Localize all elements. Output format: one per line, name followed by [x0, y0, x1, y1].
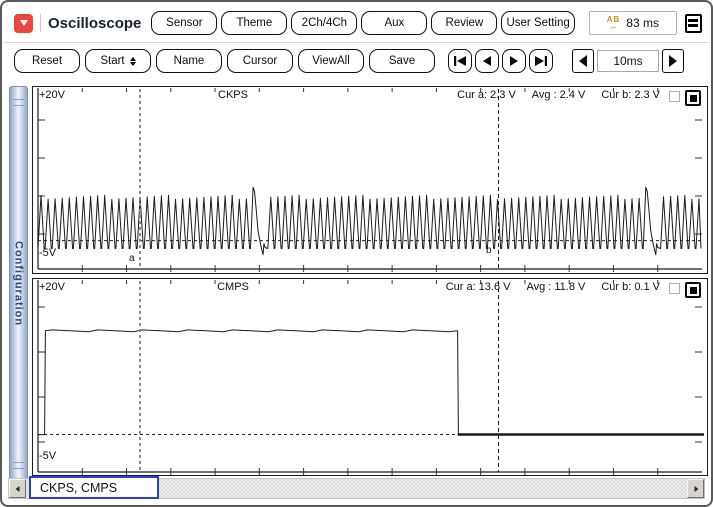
main-toolbar: Reset Start Name Cursor ViewAll Save 10m… — [14, 48, 702, 74]
horizontal-scrollbar[interactable]: CKPS, CMPS — [8, 476, 705, 499]
sensor-button[interactable]: Sensor — [151, 11, 218, 35]
filled-square-icon — [689, 94, 697, 102]
avg-label: Avg : — [531, 89, 557, 101]
nav-prev-button[interactable] — [475, 49, 499, 73]
top-toolbar: Oscilloscope Sensor Theme 2Ch/4Ch Aux Re… — [14, 10, 702, 36]
ab-cursor-measure-icon: AB ↔ — [606, 15, 621, 31]
timebase-group: 10ms — [572, 49, 684, 73]
cur-a-label: Cur a: — [457, 89, 488, 101]
signal-name: CMPS — [217, 281, 249, 293]
name-button[interactable]: Name — [156, 49, 222, 73]
timebase-decrease-button[interactable] — [572, 49, 594, 73]
toolbar-separator — [4, 42, 709, 43]
avg-value: 11.8 V — [554, 281, 586, 293]
left-triangle-icon — [579, 55, 587, 67]
nav-next-button[interactable] — [502, 49, 526, 73]
nav-first-button[interactable] — [448, 49, 472, 73]
record-nav-group — [448, 49, 553, 73]
toolbar-divider — [40, 14, 41, 32]
cur-b-value: 0.1 V — [634, 281, 660, 293]
oscilloscope-window: Oscilloscope Sensor Theme 2Ch/4Ch Aux Re… — [0, 0, 713, 507]
cur-b-label: Cur b: — [601, 281, 632, 293]
cursor-b-line[interactable] — [498, 281, 499, 472]
avg-label: Avg : — [526, 281, 552, 293]
y-max-label: +20V — [39, 89, 65, 101]
left-triangle-icon — [15, 485, 19, 492]
list-icon — [688, 19, 699, 22]
theme-button[interactable]: Theme — [221, 11, 288, 35]
down-arrow-icon — [19, 20, 28, 26]
cursor-b-label: b — [486, 245, 492, 256]
channels-label: CKPS, CMPS — [29, 476, 159, 499]
cur-a-value: 2.3 V — [490, 89, 516, 101]
cur-b-value: 2.3 V — [634, 89, 660, 101]
cmps-waveform-plot — [37, 280, 704, 475]
measurement-readout: Cur a: 13.6 V Avg :11.8 V Cur b: 0.1 V — [446, 281, 663, 293]
configuration-label: Configuration — [12, 241, 25, 327]
cursor-a-label: a — [129, 253, 135, 264]
timebase-increase-button[interactable] — [662, 49, 684, 73]
menu-button[interactable] — [684, 13, 702, 33]
cursor-b-line[interactable] — [498, 89, 499, 269]
scroll-right-button[interactable] — [687, 479, 704, 498]
time-measure-display: AB ↔ 83 ms — [588, 11, 677, 35]
measurement-readout: Cur a: 2.3 V Avg :2.4 V Cur b: 2.3 V — [457, 89, 663, 101]
configuration-sidebar[interactable]: Configuration — [9, 86, 28, 482]
right-triangle-icon — [694, 485, 698, 492]
nav-last-button[interactable] — [529, 49, 553, 73]
skip-end-icon — [535, 56, 547, 66]
channel-mode-button[interactable]: 2Ch/4Ch — [291, 11, 358, 35]
ckps-chart-panel: +20V CKPS Cur a: 2.3 V Avg :2.4 V Cur b: 2… — [32, 86, 708, 274]
review-button[interactable]: Review — [431, 11, 498, 35]
viewall-button[interactable]: ViewAll — [298, 49, 364, 73]
cur-a-value: 13.6 V — [478, 281, 511, 293]
avg-value: 2.4 V — [559, 89, 586, 101]
start-button[interactable]: Start — [85, 49, 151, 73]
y-min-label: -5V — [39, 247, 57, 259]
y-max-label: +20V — [39, 281, 65, 293]
left-triangle-icon — [483, 56, 491, 66]
cur-b-label: Cur b: — [601, 89, 632, 101]
app-dropdown-button[interactable] — [14, 13, 33, 33]
signal-name: CKPS — [218, 89, 248, 101]
y-min-label: -5V — [39, 450, 57, 462]
channel-active-button[interactable] — [685, 282, 701, 298]
cmps-chart-panel: +20V CMPS Cur a: 13.6 V Avg :11.8 V Cur b… — [32, 278, 708, 476]
app-title: Oscilloscope — [48, 14, 142, 32]
scroll-left-button[interactable] — [9, 479, 26, 498]
cur-a-label: Cur a: — [445, 281, 476, 293]
measure-value: 83 ms — [626, 16, 659, 30]
save-button[interactable]: Save — [369, 49, 435, 73]
timebase-value[interactable]: 10ms — [597, 50, 659, 72]
cursor-a-line[interactable] — [139, 281, 141, 472]
user-setting-button[interactable]: User Setting — [501, 11, 575, 35]
filled-square-icon — [689, 286, 697, 294]
cursor-a-line[interactable] — [139, 89, 141, 269]
list-icon — [688, 24, 699, 27]
ckps-waveform-plot — [37, 88, 702, 272]
aux-button[interactable]: Aux — [361, 11, 428, 35]
skip-start-icon — [454, 56, 466, 66]
channel-visibility-checkbox[interactable] — [669, 91, 680, 102]
right-triangle-icon — [510, 56, 518, 66]
channel-active-button[interactable] — [685, 90, 701, 106]
reset-button[interactable]: Reset — [14, 49, 80, 73]
cursor-button[interactable]: Cursor — [227, 49, 293, 73]
channel-visibility-checkbox[interactable] — [669, 283, 680, 294]
start-spinner-icon — [129, 56, 136, 66]
right-triangle-icon — [669, 55, 677, 67]
